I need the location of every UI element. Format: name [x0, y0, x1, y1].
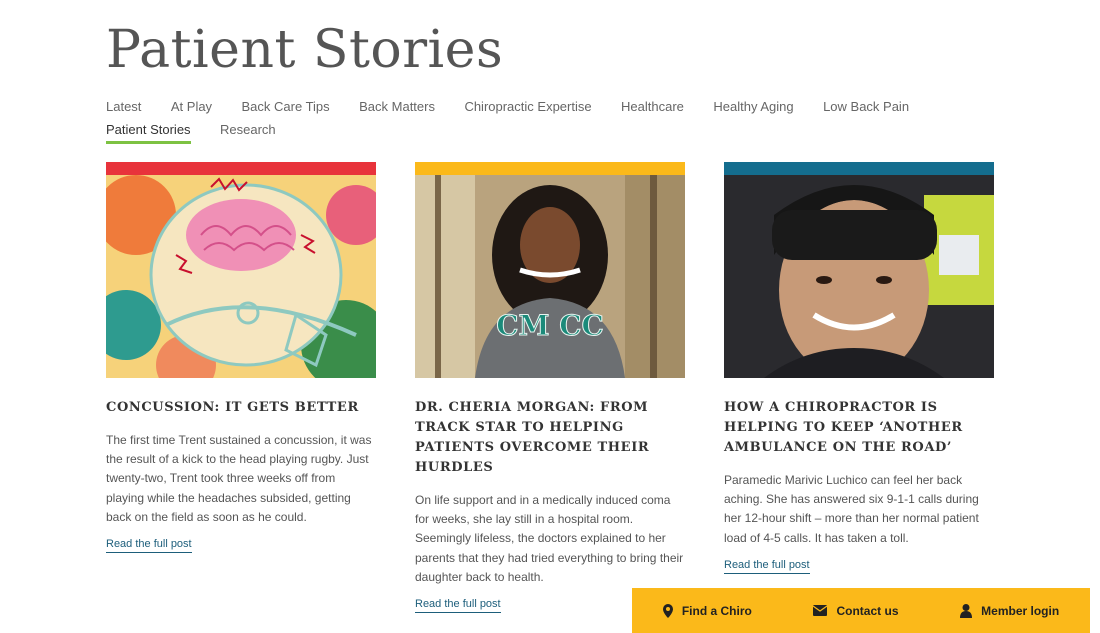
nav-item-patient-stories[interactable]: Patient Stories — [106, 119, 191, 144]
contact-us-button[interactable]: Contact us — [813, 603, 899, 618]
nav-item-low-back-pain[interactable]: Low Back Pain — [823, 96, 909, 119]
find-a-chiro-button[interactable]: Find a Chiro — [662, 603, 752, 618]
story-card: How a chiropractor is helping to keep ‘a… — [724, 162, 994, 574]
portrait-photo[interactable]: CM CC — [415, 175, 685, 378]
member-login-button[interactable]: Member login — [960, 603, 1060, 618]
nav-item-healthy-aging[interactable]: Healthy Aging — [713, 96, 793, 119]
card-title[interactable]: How a chiropractor is helping to keep ‘a… — [724, 398, 994, 458]
page-title: Patient Stories — [106, 20, 504, 80]
nav-item-latest[interactable]: Latest — [106, 96, 141, 119]
card-excerpt: The first time Trent sustained a concuss… — [106, 433, 372, 524]
card-title[interactable]: Dr. Cheria Morgan: From track star to he… — [415, 398, 685, 478]
contact-us-label: Contact us — [836, 603, 899, 618]
nav-item-healthcare[interactable]: Healthcare — [621, 96, 684, 119]
story-card: CM CC Dr. Cheria Morgan: From track star… — [415, 162, 685, 614]
card-accent-bar — [415, 162, 685, 175]
card-accent-bar — [106, 162, 376, 175]
nav-item-chiropractic-expertise[interactable]: Chiropractic Expertise — [464, 96, 591, 119]
category-nav: Latest At Play Back Care Tips Back Matte… — [106, 96, 986, 144]
user-icon — [960, 603, 973, 618]
card-excerpt: Paramedic Marivic Luchico can feel her b… — [724, 473, 979, 545]
card-accent-bar — [724, 162, 994, 175]
nav-item-back-care-tips[interactable]: Back Care Tips — [242, 96, 330, 119]
member-login-label: Member login — [981, 603, 1060, 618]
find-a-chiro-label: Find a Chiro — [681, 603, 752, 618]
read-full-post-link[interactable]: Read the full post — [724, 559, 810, 574]
concussion-illustration[interactable] — [106, 175, 376, 378]
envelope-icon — [813, 605, 828, 616]
card-title[interactable]: Concussion: It gets better — [106, 398, 376, 418]
nav-item-research[interactable]: Research — [220, 119, 276, 142]
read-full-post-link[interactable]: Read the full post — [106, 538, 192, 554]
portrait-photo[interactable] — [724, 175, 994, 378]
action-bar: Find a Chiro Contact us Member login — [632, 588, 1090, 633]
story-card: Concussion: It gets better The first tim… — [106, 162, 376, 554]
card-excerpt: On life support and in a medically induc… — [415, 493, 684, 584]
map-pin-icon — [662, 603, 673, 618]
nav-item-back-matters[interactable]: Back Matters — [359, 96, 435, 119]
nav-item-at-play[interactable]: At Play — [171, 96, 212, 119]
svg-text:CM CC: CM CC — [496, 309, 604, 342]
read-full-post-link[interactable]: Read the full post — [415, 598, 501, 614]
